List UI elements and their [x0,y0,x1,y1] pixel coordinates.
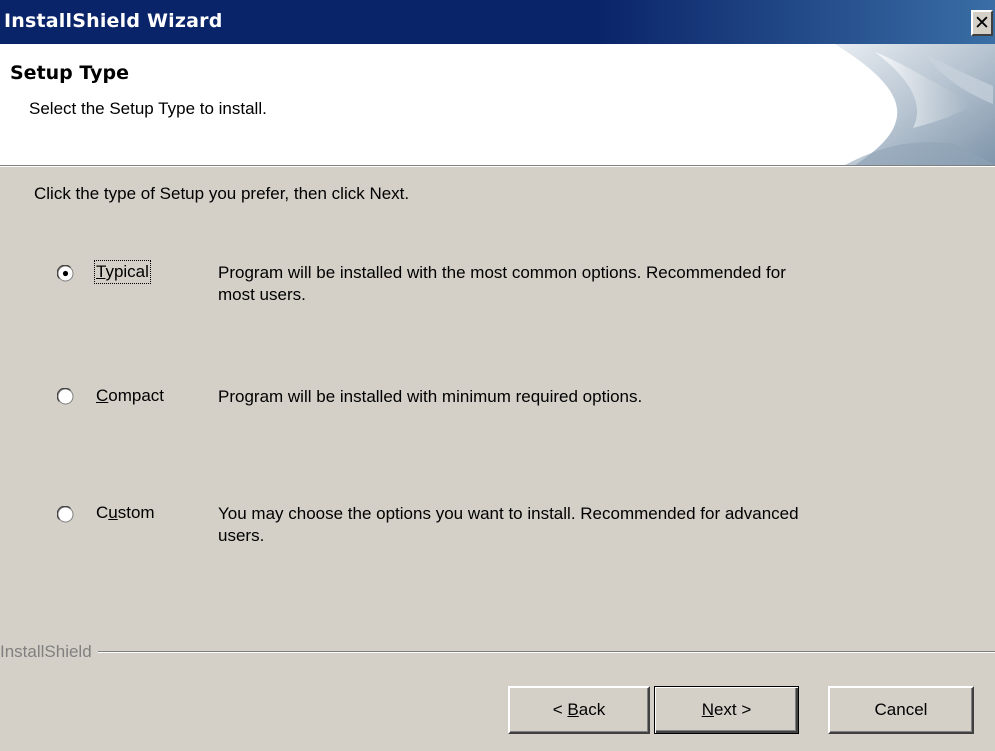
cancel-label: Cancel [874,700,928,719]
mnemonic: C [96,386,109,405]
label-rest: ack [578,700,606,719]
option-typical-label[interactable]: Typical [94,260,151,284]
next-button[interactable]: Next > [654,686,799,734]
header-divider-highlight [0,166,995,167]
footer-divider-highlight [0,652,995,653]
page-subtitle: Select the Setup Type to install. [29,99,267,118]
installshield-brand: InstallShield [0,642,98,662]
description-line: most users. [218,285,306,304]
option-compact-label[interactable]: Compact [96,386,164,406]
instruction-text: Click the type of Setup you prefer, then… [34,184,410,203]
back-button[interactable]: < Back [508,686,650,734]
label-start: C [96,503,109,522]
wizard-header: Setup Type Select the Setup Type to inst… [0,44,995,165]
mnemonic: N [701,700,714,719]
radio-custom[interactable] [57,506,74,523]
option-custom-label[interactable]: Custom [96,503,155,523]
label-rest: ext > [713,700,752,719]
back-label: < Back [553,700,605,720]
label-start: < [552,700,568,719]
title-bar[interactable]: InstallShield Wizard ✕ [0,0,995,44]
description-line: users. [218,526,265,545]
option-typical-description: Program will be installed with the most … [218,262,978,306]
label-rest: ompact [108,386,165,405]
close-button[interactable]: ✕ [971,10,993,36]
radio-compact[interactable] [57,388,74,405]
next-label: Next > [702,700,752,720]
label-rest: ypical [105,262,149,281]
mnemonic: u [108,503,118,522]
mnemonic: B [567,700,579,719]
label-rest: stom [117,503,155,522]
option-compact-description: Program will be installed with minimum r… [218,386,978,408]
cancel-button[interactable]: Cancel [828,686,974,734]
wizard-header-art [815,44,995,165]
close-icon: ✕ [974,11,990,34]
radio-typical[interactable] [57,265,74,282]
description-line: Program will be installed with minimum r… [218,387,643,406]
page-title: Setup Type [10,62,129,84]
description-line: Program will be installed with the most … [218,263,786,282]
installshield-wizard-window: InstallShield Wizard ✕ Setup Type Select… [0,0,995,751]
description-line: You may choose the options you want to i… [218,504,799,523]
window-title: InstallShield Wizard [4,10,223,32]
option-custom-description: You may choose the options you want to i… [218,503,978,547]
